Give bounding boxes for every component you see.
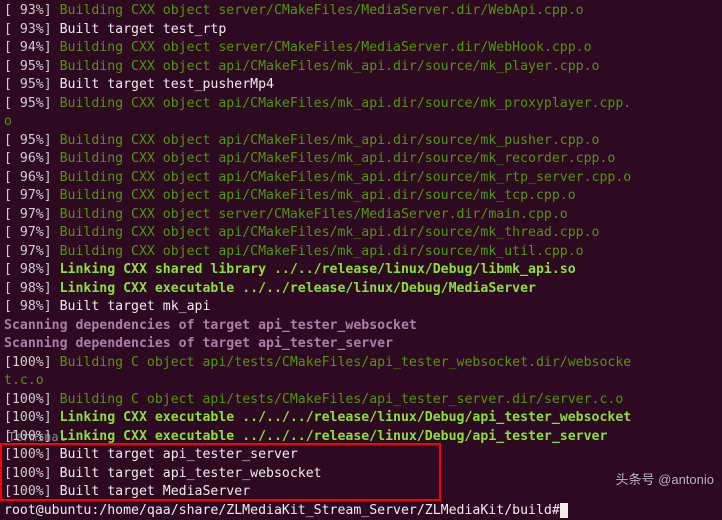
build-message: Building CXX object api/CMakeFiles/mk_ap… (60, 133, 600, 148)
terminal-line: [ 93%] Building CXX object server/CMakeF… (4, 2, 718, 21)
build-message: Building CXX object server/CMakeFiles/Me… (60, 40, 592, 55)
build-message: Built target test_rtp (60, 22, 227, 37)
terminal-line: Scanning dependencies of target api_test… (4, 335, 718, 354)
build-message: Building CXX object api/CMakeFiles/mk_ap… (60, 151, 616, 166)
terminal-line: [100%] Building C object api/tests/CMake… (4, 354, 718, 373)
build-message: Built target test_pusherMp4 (60, 77, 274, 92)
progress-percent: [100%] (4, 355, 60, 370)
progress-percent: [ 97%] (4, 244, 60, 259)
build-message: Scanning dependencies of target api_test… (4, 318, 417, 333)
terminal-line: [ 95%] Building CXX object api/CMakeFile… (4, 95, 718, 114)
build-message: Linking CXX shared library ../../release… (60, 262, 576, 277)
terminal-line: [ 96%] Building CXX object api/CMakeFile… (4, 150, 718, 169)
progress-percent: [ 98%] (4, 299, 60, 314)
watermark-text: 头条号 @antonio (616, 471, 714, 490)
terminal-line: [100%] Built target api_tester_server (4, 446, 718, 465)
progress-percent: [ 95%] (4, 96, 60, 111)
progress-percent: [ 93%] (4, 22, 60, 37)
terminal-line: t.c.o (4, 372, 718, 391)
progress-percent: [100%] (4, 392, 60, 407)
build-message: Linking CXX executable ../../../release/… (60, 429, 608, 444)
shell-prompt: root@ubuntu:/home/qaa/share/ZLMediaKit_S… (4, 503, 560, 518)
terminal-line: [ 98%] Linking CXX executable ../../rele… (4, 280, 718, 299)
progress-percent: [ 95%] (4, 59, 60, 74)
build-message: Building CXX object api/CMakeFiles/mk_ap… (60, 170, 632, 185)
build-message: Built target api_tester_server (60, 447, 298, 462)
progress-percent: [ 96%] (4, 151, 60, 166)
progress-percent: [ 95%] (4, 133, 60, 148)
build-message: Linking CXX executable ../../release/lin… (60, 281, 536, 296)
progress-percent: [100%] (4, 484, 60, 499)
progress-percent: [ 98%] (4, 262, 60, 277)
terminal-line: [ 97%] Building CXX object api/CMakeFile… (4, 224, 718, 243)
terminal-line: Terminal[100%] Linking CXX executable ..… (4, 428, 718, 447)
build-message: Building CXX object api/CMakeFiles/mk_ap… (60, 225, 600, 240)
build-message: Built target MediaServer (60, 484, 251, 499)
build-message: Built target mk_api (60, 299, 211, 314)
terminal-line: [ 97%] Building CXX object server/CMakeF… (4, 206, 718, 225)
build-message: Building CXX object api/CMakeFiles/mk_ap… (60, 188, 576, 203)
terminal-line: [100%] Built target MediaServer (4, 483, 718, 502)
progress-percent: [ 96%] (4, 170, 60, 185)
progress-percent: [100%] (4, 410, 60, 425)
terminal-line: [ 98%] Linking CXX shared library ../../… (4, 261, 718, 280)
build-message: Scanning dependencies of target api_test… (4, 336, 393, 351)
build-message: Building CXX object api/CMakeFiles/mk_ap… (60, 244, 584, 259)
terminal-line: [100%] Building C object api/tests/CMake… (4, 391, 718, 410)
terminal-line: [ 95%] Built target test_pusherMp4 (4, 76, 718, 95)
terminal-line: [100%] Linking CXX executable ../../../r… (4, 409, 718, 428)
progress-percent: [ 98%] (4, 281, 60, 296)
progress-percent: [100%] (4, 429, 60, 444)
build-message: t.c.o (4, 373, 44, 388)
terminal-line: [ 94%] Building CXX object server/CMakeF… (4, 39, 718, 58)
progress-percent: [100%] (4, 466, 60, 481)
progress-percent: [ 94%] (4, 40, 60, 55)
terminal-line: [ 97%] Building CXX object api/CMakeFile… (4, 243, 718, 262)
terminal-line: [ 95%] Building CXX object api/CMakeFile… (4, 132, 718, 151)
progress-percent: [ 97%] (4, 207, 60, 222)
terminal-line: [ 96%] Building CXX object api/CMakeFile… (4, 169, 718, 188)
terminal-line: [ 97%] Building CXX object api/CMakeFile… (4, 187, 718, 206)
build-message: Linking CXX executable ../../../release/… (60, 410, 632, 425)
build-message: Building CXX object server/CMakeFiles/Me… (60, 3, 584, 18)
build-message: o (4, 114, 12, 129)
build-message: Building C object api/tests/CMakeFiles/a… (60, 392, 624, 407)
terminal-line: [100%] Built target api_tester_websocket (4, 465, 718, 484)
terminal-output[interactable]: [ 93%] Building CXX object server/CMakeF… (4, 2, 718, 520)
build-message: Building CXX object api/CMakeFiles/mk_ap… (60, 96, 632, 111)
build-message: Building C object api/tests/CMakeFiles/a… (60, 355, 632, 370)
progress-percent: [ 93%] (4, 3, 60, 18)
progress-percent: [ 97%] (4, 188, 60, 203)
terminal-line: [ 93%] Built target test_rtp (4, 21, 718, 40)
terminal-line: o (4, 113, 718, 132)
build-message: Building CXX object api/CMakeFiles/mk_ap… (60, 59, 600, 74)
terminal-line: [ 95%] Building CXX object api/CMakeFile… (4, 58, 718, 77)
build-message: Building CXX object server/CMakeFiles/Me… (60, 207, 568, 222)
build-message: Built target api_tester_websocket (60, 466, 322, 481)
progress-percent: [ 95%] (4, 77, 60, 92)
terminal-line: Scanning dependencies of target api_test… (4, 317, 718, 336)
progress-percent: [100%] (4, 447, 60, 462)
terminal-line: [ 98%] Built target mk_api (4, 298, 718, 317)
progress-percent: [ 97%] (4, 225, 60, 240)
cursor-icon (560, 503, 568, 518)
